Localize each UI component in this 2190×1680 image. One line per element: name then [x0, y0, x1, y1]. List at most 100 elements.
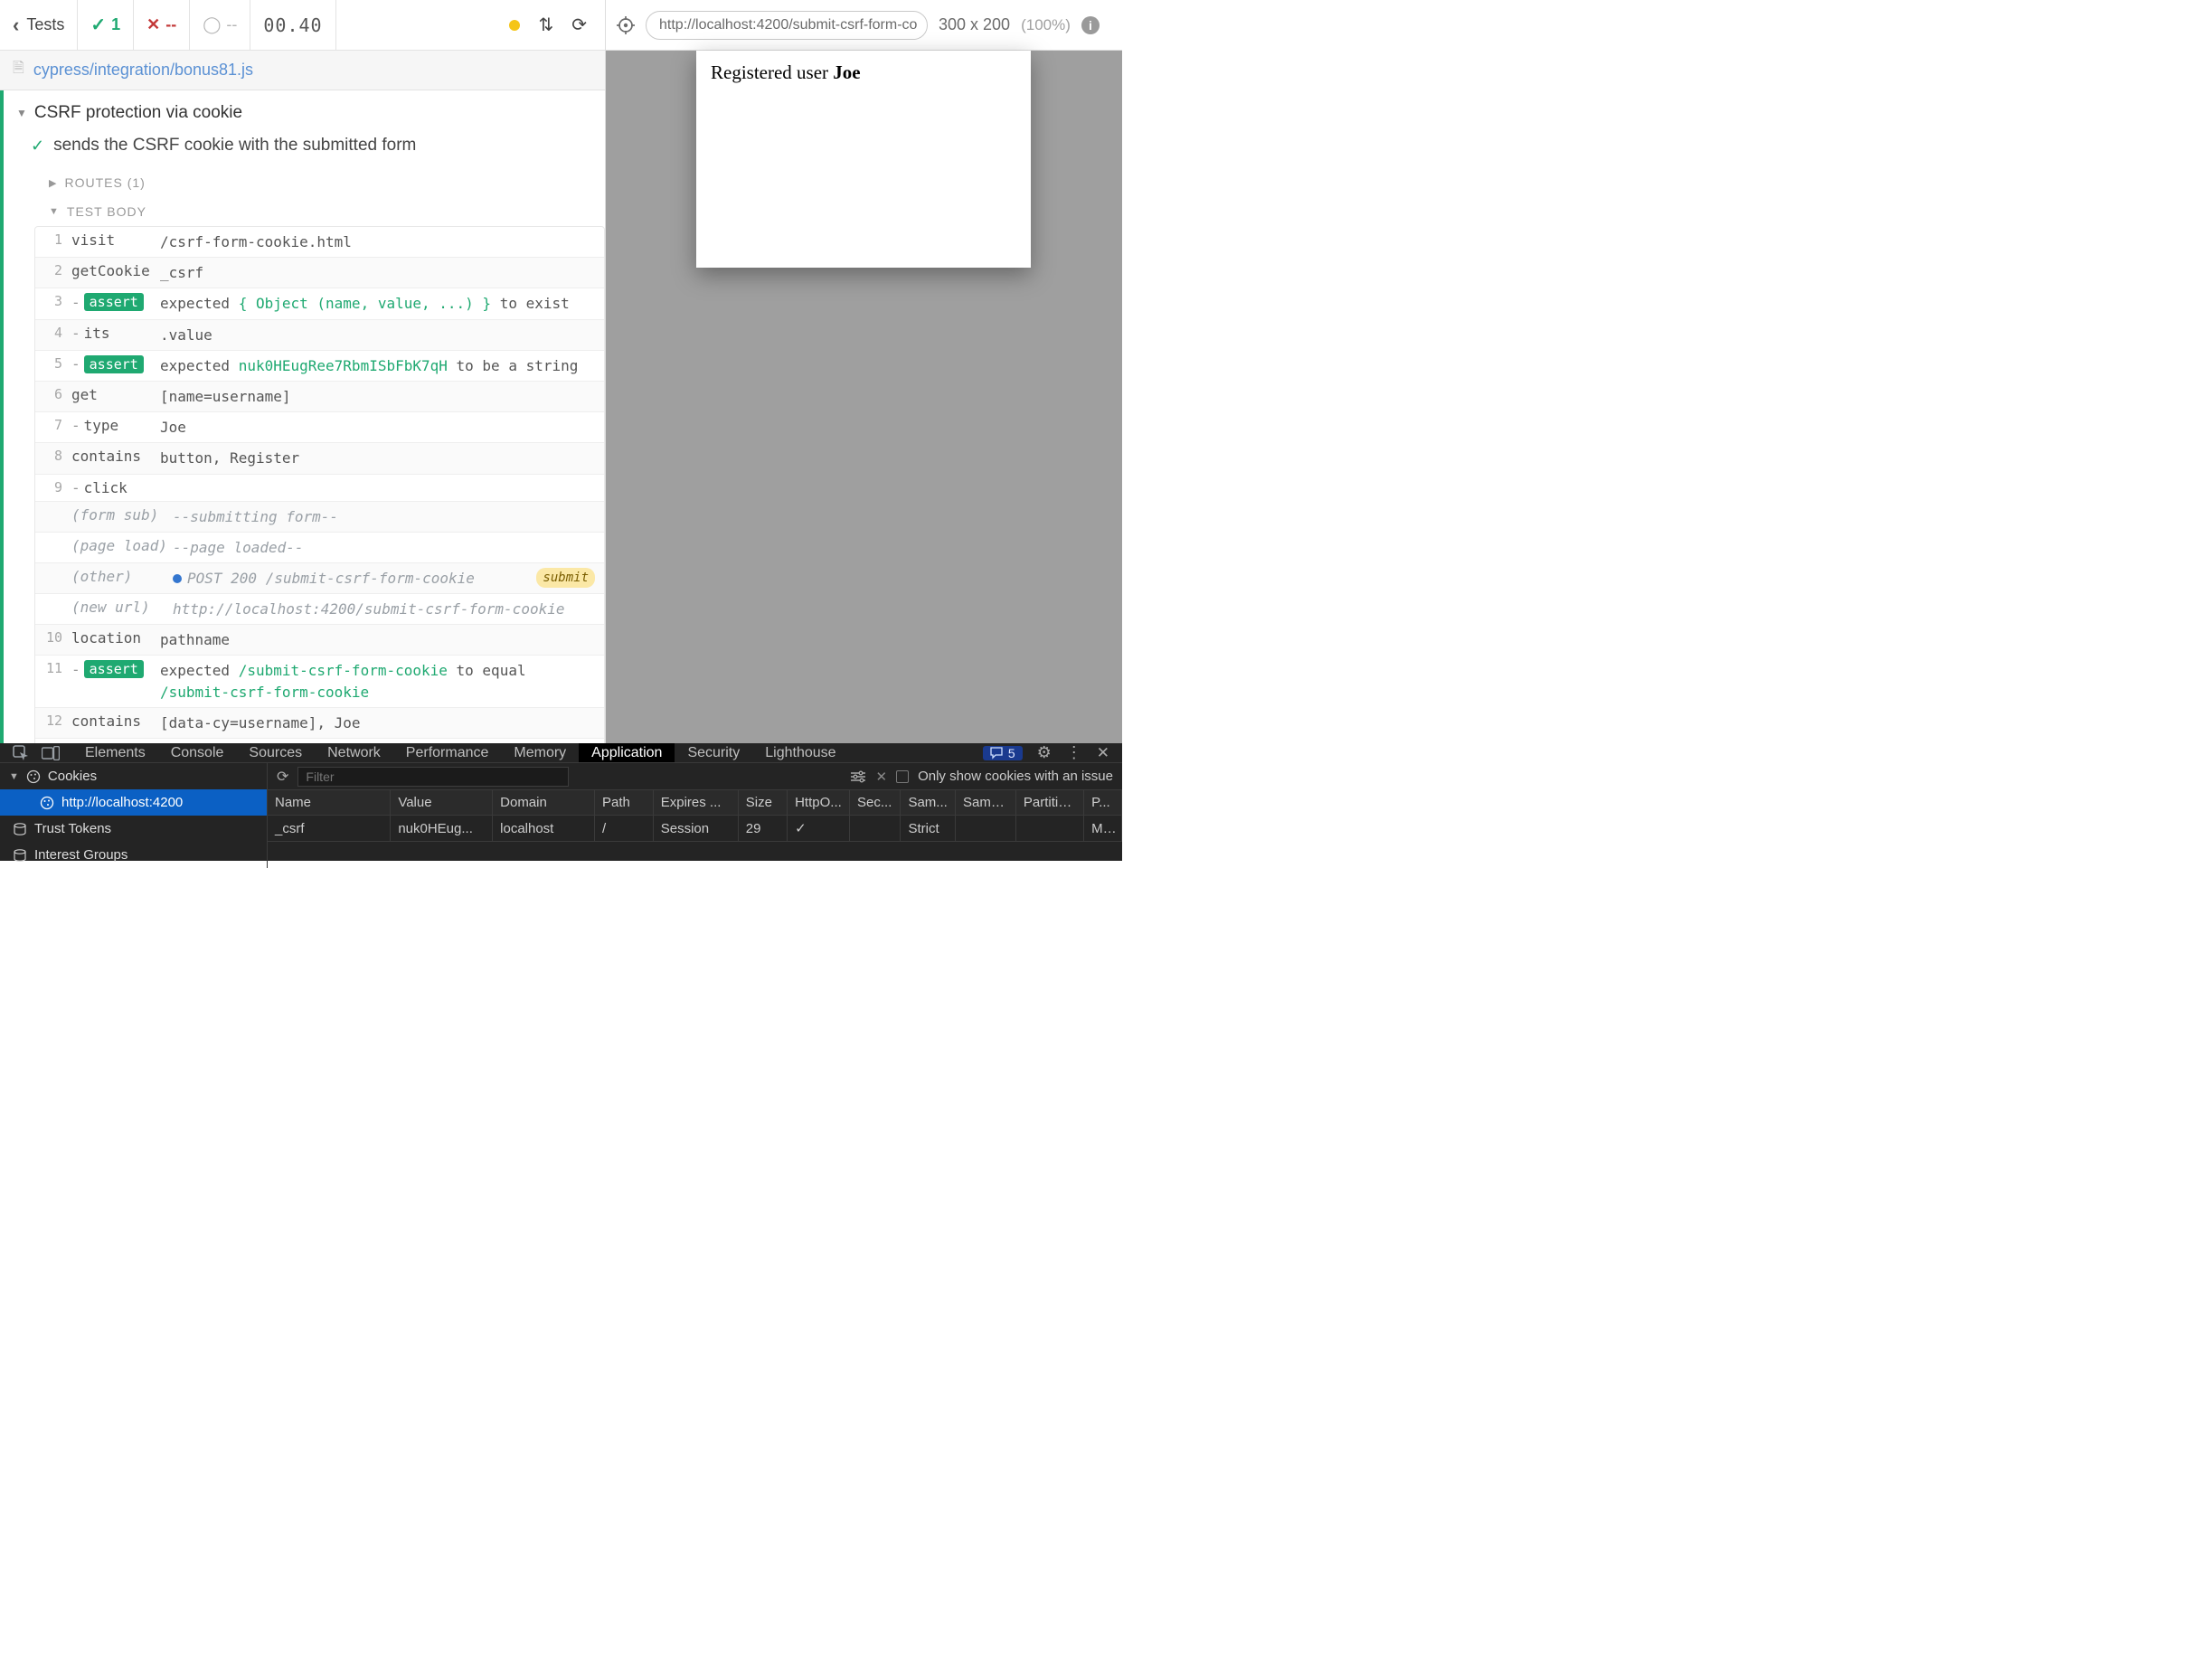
devtools-messages-badge[interactable]: 5 — [983, 746, 1023, 760]
check-icon: ✓ — [31, 137, 44, 156]
refresh-icon[interactable]: ⟳ — [277, 768, 288, 786]
spec-file-bar[interactable]: 🗎 cypress/integration/bonus81.js — [0, 51, 605, 90]
table-cell: / — [594, 816, 653, 842]
table-cell: 29 — [738, 816, 787, 842]
caret-down-icon: ▼ — [9, 771, 19, 782]
column-header[interactable]: P... — [1084, 790, 1122, 816]
command-row[interactable]: 7- typeJoe — [35, 412, 604, 443]
clear-icon[interactable]: ✕ — [875, 769, 887, 785]
routes-section[interactable]: ▶ ROUTES (1) — [0, 168, 605, 197]
table-cell: nuk0HEug... — [391, 816, 493, 842]
column-header[interactable]: Sam... — [901, 790, 956, 816]
command-event[interactable]: (new url)http://localhost:4200/submit-cs… — [35, 594, 604, 625]
settings-icon[interactable]: ⚙ — [1037, 743, 1052, 762]
aut-url-box[interactable]: http://localhost:4200/submit-csrf-form-c… — [646, 11, 928, 40]
x-icon: ✕ — [146, 15, 160, 34]
column-header[interactable]: Expires ... — [653, 790, 738, 816]
document-icon: 🗎 — [13, 58, 24, 82]
test-body-section[interactable]: ▼ TEST BODY — [0, 197, 605, 226]
cookies-icon — [40, 796, 54, 810]
table-cell: localhost — [493, 816, 595, 842]
caret-right-icon: ▶ — [49, 177, 57, 189]
database-icon — [13, 848, 27, 863]
column-header[interactable]: Same... — [956, 790, 1016, 816]
command-event[interactable]: (page load)--page loaded-- — [35, 533, 604, 563]
tests-label: Tests — [26, 15, 64, 34]
column-header[interactable]: Partitio... — [1015, 790, 1083, 816]
command-row[interactable]: 12contains[data-cy=username], Joe — [35, 708, 604, 739]
suite-header[interactable]: ▼ CSRF protection via cookie — [0, 90, 605, 130]
filter-icon[interactable] — [850, 770, 866, 783]
tab-network[interactable]: Network — [315, 743, 393, 762]
command-row[interactable]: 6get[name=username] — [35, 382, 604, 412]
command-list: 1visit/csrf-form-cookie.html2getCookie_c… — [34, 226, 605, 743]
rerun-button[interactable]: ⟳ — [571, 14, 587, 36]
sidebar-item-trust-tokens[interactable]: Trust Tokens — [0, 816, 267, 842]
info-icon[interactable]: i — [1081, 16, 1100, 34]
table-cell — [850, 816, 901, 842]
table-row[interactable]: _csrfnuk0HEug...localhost/Session29✓Stri… — [268, 816, 1122, 842]
column-header[interactable]: Sec... — [850, 790, 901, 816]
only-issue-checkbox[interactable] — [896, 770, 909, 783]
only-issue-label: Only show cookies with an issue — [918, 769, 1113, 784]
aut-zoom: (100%) — [1021, 16, 1071, 34]
tab-security[interactable]: Security — [675, 743, 752, 762]
command-row[interactable]: 5- assertexpected nuk0HEugRee7RbmISbFbK7… — [35, 351, 604, 382]
device-icon[interactable] — [42, 746, 60, 760]
timer: 00.40 — [250, 0, 335, 50]
command-row[interactable]: 4- its.value — [35, 320, 604, 351]
sidebar-item-interest-groups[interactable]: Interest Groups — [0, 842, 267, 868]
table-cell — [1015, 816, 1083, 842]
tab-elements[interactable]: Elements — [72, 743, 158, 762]
tab-lighthouse[interactable]: Lighthouse — [752, 743, 848, 762]
suite-title: CSRF protection via cookie — [34, 103, 242, 123]
column-header[interactable]: HttpO... — [788, 790, 850, 816]
sidebar-cookie-origin[interactable]: http://localhost:4200 — [0, 789, 267, 816]
tab-sources[interactable]: Sources — [236, 743, 315, 762]
tab-console[interactable]: Console — [158, 743, 237, 762]
command-row[interactable]: 3- assertexpected { Object (name, value,… — [35, 288, 604, 319]
cookies-icon — [26, 769, 41, 784]
cookie-filter-input[interactable] — [297, 767, 569, 787]
cookies-table[interactable]: NameValueDomainPathExpires ...SizeHttpO.… — [268, 790, 1122, 868]
tab-application[interactable]: Application — [579, 743, 675, 762]
database-icon — [13, 822, 27, 836]
column-header[interactable]: Path — [594, 790, 653, 816]
command-row[interactable]: 1visit/csrf-form-cookie.html — [35, 227, 604, 258]
selector-playground-button[interactable] — [617, 16, 635, 34]
tab-performance[interactable]: Performance — [393, 743, 502, 762]
column-header[interactable]: Value — [391, 790, 493, 816]
fail-count: ✕-- — [134, 0, 190, 50]
spinner-icon: ◯ — [203, 15, 221, 34]
tab-memory[interactable]: Memory — [501, 743, 579, 762]
table-cell — [956, 816, 1016, 842]
caret-down-icon: ▼ — [49, 206, 60, 217]
command-log: ▼ CSRF protection via cookie ✓ sends the… — [0, 90, 605, 743]
command-row[interactable]: 8containsbutton, Register — [35, 443, 604, 474]
more-icon[interactable]: ⋮ — [1066, 743, 1082, 762]
tests-back-button[interactable]: ‹ Tests — [0, 0, 78, 50]
status-dot-icon — [509, 20, 520, 31]
command-row[interactable]: 9- click — [35, 475, 604, 502]
command-event[interactable]: (form sub)--submitting form-- — [35, 502, 604, 533]
close-icon[interactable]: ✕ — [1097, 744, 1109, 762]
command-row[interactable]: 10locationpathname — [35, 625, 604, 656]
command-event[interactable]: (other)POST 200 /submit-csrf-form-cookie… — [35, 563, 604, 594]
command-row[interactable]: 2getCookie_csrf — [35, 258, 604, 288]
column-header[interactable]: Size — [738, 790, 787, 816]
column-header[interactable]: Name — [268, 790, 391, 816]
devtools-filter-bar: ⟳ ✕ Only show cookies with an issue — [268, 763, 1122, 790]
aut-iframe[interactable]: Registered user Joe — [696, 51, 1031, 268]
column-header[interactable]: Domain — [493, 790, 595, 816]
aut-registered-name: Joe — [833, 61, 860, 83]
command-row[interactable]: 13wait@submit — [35, 739, 604, 743]
table-cell: Me... — [1084, 816, 1122, 842]
viewport-toggle-button[interactable]: ⇅ — [538, 14, 553, 36]
table-cell: _csrf — [268, 816, 391, 842]
sidebar-group-cookies[interactable]: ▼ Cookies — [0, 763, 267, 789]
inspect-icon[interactable] — [13, 745, 29, 761]
command-row[interactable]: 11- assertexpected /submit-csrf-form-coo… — [35, 656, 604, 707]
devtools: ElementsConsoleSourcesNetworkPerformance… — [0, 743, 1122, 861]
test-row[interactable]: ✓ sends the CSRF cookie with the submitt… — [0, 130, 605, 168]
table-cell: Strict — [901, 816, 956, 842]
